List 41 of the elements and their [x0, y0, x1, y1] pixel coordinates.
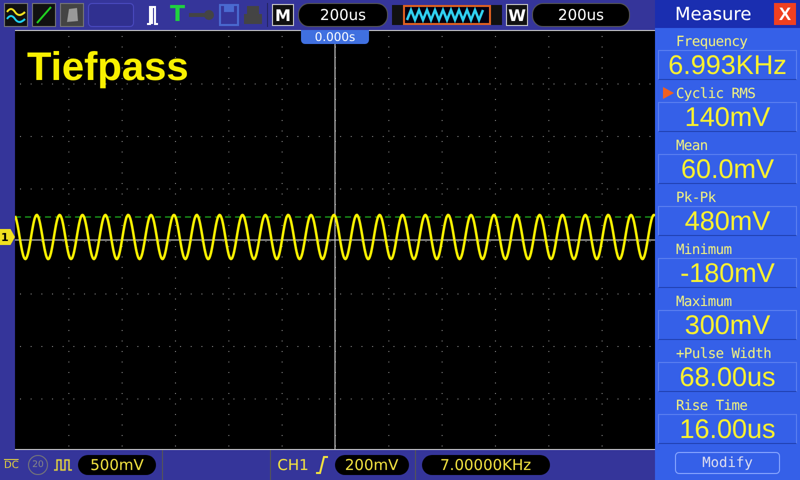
trigger-key[interactable]: T — [170, 4, 186, 26]
window-key[interactable]: W — [506, 4, 528, 26]
measurement-value: -180mV — [658, 258, 797, 288]
measurement-value: 300mV — [658, 310, 797, 340]
measurement-label[interactable]: +Pulse Width — [676, 346, 772, 362]
measurement-label[interactable]: Cyclic RMS — [676, 86, 756, 102]
measurement-value: 60.0mV — [658, 154, 797, 184]
image-icon[interactable] — [60, 3, 84, 27]
trigger-position-tag[interactable]: 0.000s — [301, 30, 369, 44]
screen-title: Tiefpass — [27, 45, 189, 90]
channels-icon[interactable] — [4, 3, 28, 27]
bandwidth-limit-icon: 20 — [28, 455, 48, 475]
close-button[interactable]: X — [774, 3, 796, 25]
save-icon — [219, 4, 240, 26]
timebase-display: 200us — [298, 3, 388, 27]
measurement-value: 6.993KHz — [658, 50, 797, 80]
channel-scale: 500mV — [78, 455, 156, 475]
measurement-label[interactable]: Mean — [676, 138, 708, 154]
trigger-level: 200mV — [334, 455, 409, 475]
measurement-label[interactable]: Frequency — [676, 34, 748, 50]
measurement-label[interactable]: Maximum — [676, 294, 732, 310]
trigger-source: CH1 — [277, 456, 309, 474]
rising-edge-icon — [314, 456, 329, 474]
modify-button[interactable]: Modify — [675, 452, 780, 474]
trigger-frequency: 7.00000KHz — [422, 455, 550, 475]
empty-slot — [88, 3, 134, 27]
measure-title: Measure — [675, 4, 752, 24]
measurement-value: 480mV — [658, 206, 797, 236]
measurement-value: 68.00us — [658, 362, 797, 392]
key-icon — [189, 9, 216, 21]
menu-key[interactable]: M — [272, 4, 294, 26]
measurement-label[interactable]: Rise Time — [676, 398, 748, 414]
pulse-train-icon — [54, 458, 72, 472]
window-timebase-display: 200us — [532, 3, 630, 27]
printer-icon — [243, 4, 264, 26]
measurement-label[interactable]: Minimum — [676, 242, 732, 258]
channel-marker[interactable]: 1 — [0, 229, 15, 245]
measurement-value: 140mV — [658, 102, 797, 132]
measurement-label[interactable]: Pk-Pk — [676, 190, 716, 206]
coupling-label: DC — [4, 460, 20, 470]
measurement-value: 16.00us — [658, 414, 797, 444]
